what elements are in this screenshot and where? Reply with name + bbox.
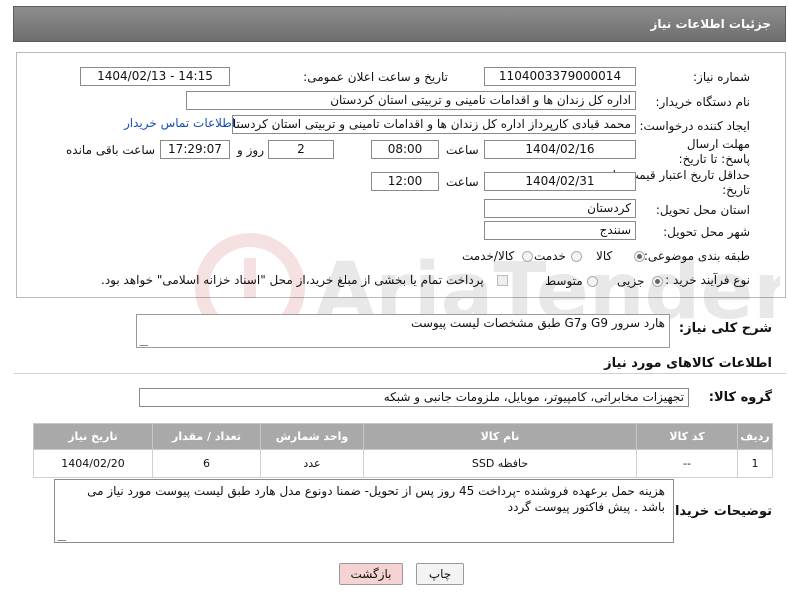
col-code: کد کالا (636, 423, 738, 450)
description-resize-handle[interactable] (139, 337, 148, 346)
print-button[interactable]: چاپ (416, 563, 464, 585)
goods-section-title: اطلاعات کالاهای مورد نیاز (604, 356, 772, 371)
cell-date: 1404/02/20 (33, 449, 153, 478)
purchase-option-medium: متوسط (545, 274, 583, 288)
goods-group-field: تجهیزات مخابراتی، کامپیوتر، موبایل، ملزو… (139, 388, 689, 407)
description-label: شرح کلی نیاز: (678, 321, 772, 336)
price-validity-date-field: 1404/02/31 (484, 172, 636, 191)
price-validity-time-label: ساعت (446, 175, 479, 189)
col-name: نام کالا (363, 423, 637, 450)
deadline-time-label: ساعت (446, 143, 479, 157)
category-option-service: خدمت (534, 249, 566, 263)
category-option-goods-service: کالا/خدمت (462, 249, 515, 263)
purchase-type-label: نوع فرآیند خرید : (665, 273, 750, 287)
province-field: کردستان (484, 199, 636, 218)
page-header: جزئیات اطلاعات نیاز (13, 6, 786, 42)
goods-table: ردیف کد کالا نام کالا واحد شمارش تعداد /… (33, 423, 773, 478)
deadline-date-field: 1404/02/16 (484, 140, 636, 159)
category-option-goods: کالا (596, 249, 613, 263)
cell-code: -- (636, 449, 738, 478)
creator-label: ایجاد کننده درخواست: (639, 119, 750, 133)
city-label: شهر محل تحویل: (663, 225, 750, 239)
buyer-org-label: نام دستگاه خریدار: (655, 95, 751, 109)
category-radio-service[interactable] (571, 251, 582, 262)
buyer-notes-resize-handle[interactable] (57, 532, 66, 541)
category-radio-goods-service[interactable] (522, 251, 533, 262)
category-radio-goods[interactable] (634, 251, 645, 262)
category-label: طبقه بندی موضوعی: (643, 249, 750, 263)
goods-table-header: ردیف کد کالا نام کالا واحد شمارش تعداد /… (33, 423, 773, 450)
cell-unit: عدد (260, 449, 364, 478)
province-label: استان محل تحویل: (655, 203, 750, 217)
price-validity-time-field: 12:00 (371, 172, 439, 191)
remaining-time-field: 17:29:07 (160, 140, 230, 159)
deadline-time-field: 08:00 (371, 140, 439, 159)
description-text: هارد سرور G9 وG7 طبق مشخصات لیست پیوست (411, 316, 665, 330)
col-date: تاریخ نیاز (33, 423, 153, 450)
remaining-time-label: ساعت باقی مانده (66, 143, 156, 157)
buyer-notes-label: توضیحات خریدار: (662, 504, 772, 519)
need-number-label: شماره نیاز: (693, 70, 750, 84)
treasury-payment-checkbox[interactable] (497, 275, 508, 286)
table-row[interactable]: 1 -- حافظه SSD عدد 6 1404/02/20 (33, 449, 773, 478)
buyer-org-field: اداره کل زندان ها و اقدامات تامینی و ترب… (186, 91, 636, 110)
col-row: ردیف (737, 423, 773, 450)
days-label: روز و (237, 143, 264, 157)
purchase-radio-medium[interactable] (587, 276, 598, 287)
creator-field: محمد قبادی کارپرداز اداره کل زندان ها و … (232, 115, 636, 134)
description-field: هارد سرور G9 وG7 طبق مشخصات لیست پیوست (136, 314, 670, 348)
goods-group-label: گروه کالا: (708, 390, 772, 405)
buyer-notes-text: هزینه حمل برعهده فروشنده -پرداخت 45 روز … (87, 484, 665, 514)
buyer-contact-link[interactable]: اطلاعات تماس خریدار (124, 116, 235, 130)
col-qty: تعداد / مقدار (152, 423, 261, 450)
treasury-payment-note: پرداخت تمام یا بخشی از مبلغ خرید،از محل … (101, 273, 484, 287)
col-unit: واحد شمارش (260, 423, 364, 450)
section-divider (14, 373, 786, 374)
cell-qty: 6 (152, 449, 261, 478)
purchase-option-minor: جزیی (617, 274, 645, 288)
purchase-radio-minor[interactable] (652, 276, 663, 287)
announce-field: 1404/02/13 - 14:15 (80, 67, 230, 86)
buyer-notes-field: هزینه حمل برعهده فروشنده -پرداخت 45 روز … (54, 479, 674, 543)
cell-name: حافظه SSD (363, 449, 637, 478)
announce-label: تاریخ و ساعت اعلان عمومی: (303, 70, 448, 84)
cell-row: 1 (737, 449, 773, 478)
days-remaining-field: 2 (268, 140, 334, 159)
need-number-field: 1104003379000014 (484, 67, 636, 86)
page-title: جزئیات اطلاعات نیاز (650, 17, 771, 31)
deadline-label: مهلت ارسال پاسخ: تا تاریخ: (678, 137, 750, 166)
city-field: سنندج (484, 221, 636, 240)
back-button[interactable]: بازگشت (339, 563, 403, 585)
